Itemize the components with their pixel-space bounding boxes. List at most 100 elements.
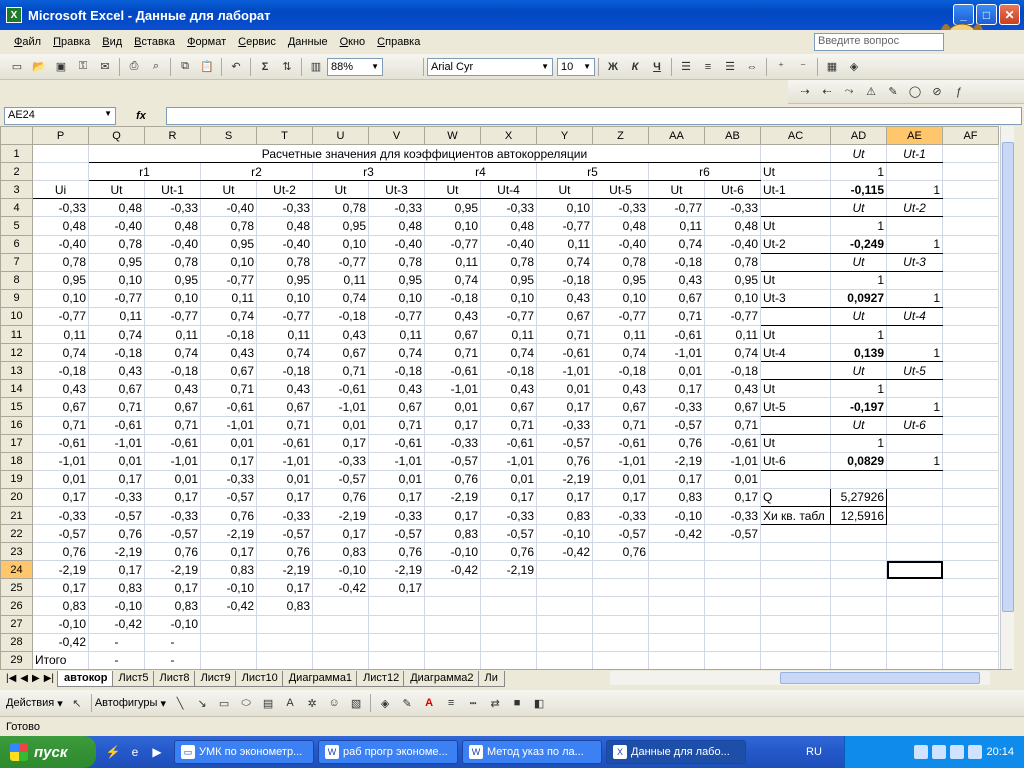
cell[interactable]: 0,83 — [32, 596, 89, 616]
side-label[interactable]: Ut — [760, 433, 831, 453]
cell[interactable]: -0,42 — [648, 524, 705, 544]
cell[interactable]: 0,48 — [592, 216, 649, 236]
cell[interactable]: -0,57 — [424, 451, 481, 471]
cell[interactable]: 0,10 — [480, 288, 537, 308]
cell[interactable]: -0,33 — [144, 505, 201, 526]
decrease-decimal-icon[interactable]: ⁻ — [794, 58, 812, 76]
cell[interactable]: -0,33 — [480, 505, 537, 526]
font-color-icon[interactable]: A — [420, 694, 438, 712]
cell[interactable] — [830, 578, 887, 598]
cell[interactable]: -0,57 — [480, 524, 537, 544]
side-header[interactable]: Ut-3 — [886, 252, 943, 272]
cell[interactable]: -0,33 — [704, 505, 761, 526]
cell[interactable] — [942, 505, 999, 526]
cell[interactable]: 0,11 — [536, 234, 593, 254]
cell[interactable]: 0,11 — [424, 252, 481, 272]
cell[interactable]: 0,67 — [704, 397, 761, 417]
side-label[interactable]: Ut-6 — [760, 451, 831, 471]
column-header[interactable]: AF — [942, 126, 999, 146]
cell[interactable]: 0,11 — [88, 306, 145, 327]
cell[interactable]: 0,78 — [88, 234, 145, 254]
vertical-scroll-thumb[interactable] — [1002, 142, 1014, 612]
column-label[interactable]: Ut — [200, 180, 257, 200]
cell[interactable]: 0,01 — [144, 469, 201, 489]
cell[interactable]: -0,33 — [312, 451, 369, 471]
cell[interactable]: -0,10 — [312, 560, 369, 580]
cell[interactable] — [648, 632, 705, 652]
cell[interactable] — [760, 524, 831, 544]
cell[interactable]: - — [88, 650, 145, 669]
cell[interactable]: 0,67 — [256, 397, 313, 417]
column-header[interactable]: S — [200, 126, 257, 146]
row-header[interactable]: 7 — [0, 252, 33, 272]
cell[interactable] — [942, 252, 999, 272]
rectangle-icon[interactable]: ▭ — [215, 694, 233, 712]
cell[interactable]: -0,33 — [592, 198, 649, 218]
cell[interactable] — [32, 162, 89, 182]
sheet-tab[interactable]: Диаграмма2 — [403, 670, 481, 687]
cell[interactable] — [760, 560, 831, 580]
cell[interactable] — [942, 578, 999, 598]
cell[interactable]: 0,48 — [480, 216, 537, 236]
column-label[interactable]: Ut — [88, 180, 145, 200]
cell[interactable]: 0,17 — [536, 397, 593, 417]
ie-icon[interactable]: e — [126, 743, 144, 761]
cell[interactable]: 0,67 — [480, 397, 537, 417]
cell[interactable]: 0,95 — [200, 234, 257, 254]
side-value[interactable]: 1 — [830, 216, 887, 236]
cell[interactable]: 0,74 — [592, 343, 649, 363]
cell[interactable] — [200, 632, 257, 652]
cell[interactable]: -0,33 — [424, 433, 481, 453]
text-box-icon[interactable]: ▤ — [259, 694, 277, 712]
column-header[interactable]: U — [312, 126, 369, 146]
cell[interactable]: -0,33 — [648, 397, 705, 417]
cell[interactable]: 0,76 — [424, 469, 481, 489]
cell[interactable]: 0,74 — [144, 343, 201, 363]
oval-icon[interactable]: ⬭ — [237, 694, 255, 712]
cell[interactable]: 0,43 — [368, 379, 425, 399]
cell[interactable] — [886, 216, 943, 236]
cell[interactable] — [942, 560, 999, 580]
cell[interactable]: 0,71 — [536, 325, 593, 345]
cell[interactable]: 0,17 — [480, 487, 537, 507]
cell[interactable]: 0,74 — [88, 325, 145, 345]
cell[interactable] — [256, 632, 313, 652]
cell[interactable]: 0,17 — [648, 469, 705, 489]
cell[interactable]: 0,10 — [144, 288, 201, 308]
cell[interactable]: 0,76 — [144, 542, 201, 562]
cell[interactable]: 0,95 — [424, 198, 481, 218]
merge-center-icon[interactable]: ⇔ — [743, 58, 761, 76]
cell[interactable]: 0,10 — [368, 288, 425, 308]
antivirus-icon[interactable] — [932, 745, 947, 759]
cell[interactable] — [942, 524, 999, 544]
cell[interactable] — [830, 560, 887, 580]
cell[interactable] — [942, 487, 999, 507]
menu-data[interactable]: Данные — [282, 36, 334, 48]
next-tab-icon[interactable]: ▶ — [32, 673, 40, 684]
tab-navigation[interactable]: |◀ ◀ ▶ ▶| — [0, 673, 60, 684]
cell[interactable]: 0,17 — [648, 379, 705, 399]
line-icon[interactable]: ╲ — [171, 694, 189, 712]
row-header[interactable]: 17 — [0, 433, 33, 453]
cell[interactable]: 0,17 — [368, 578, 425, 598]
cell[interactable]: 0,17 — [200, 542, 257, 562]
insert-function-icon[interactable]: fx — [116, 110, 166, 122]
cell[interactable]: -0,57 — [592, 524, 649, 544]
cell[interactable] — [942, 379, 999, 399]
cell[interactable]: -0,33 — [32, 505, 89, 526]
side-value[interactable]: 1 — [886, 180, 943, 200]
email-icon[interactable]: ✉ — [96, 58, 114, 76]
cell[interactable]: 0,71 — [704, 415, 761, 435]
side-label[interactable]: Ut-5 — [760, 397, 831, 417]
cell[interactable]: -0,33 — [256, 198, 313, 218]
cell[interactable]: 0,78 — [480, 252, 537, 272]
column-header[interactable]: P — [32, 126, 89, 146]
cell[interactable]: 0,76 — [648, 433, 705, 453]
cell[interactable]: -0,33 — [592, 505, 649, 526]
cell[interactable]: -1,01 — [424, 379, 481, 399]
diagram-icon[interactable]: ✲ — [303, 694, 321, 712]
cell[interactable] — [480, 614, 537, 634]
cell[interactable]: 0,43 — [424, 306, 481, 327]
cell-table[interactable]: P Q R S T U V W X Y Z AA AB AC AD AE AF 1 Расчетные значен… — [0, 126, 999, 669]
cell[interactable]: -2,19 — [368, 560, 425, 580]
